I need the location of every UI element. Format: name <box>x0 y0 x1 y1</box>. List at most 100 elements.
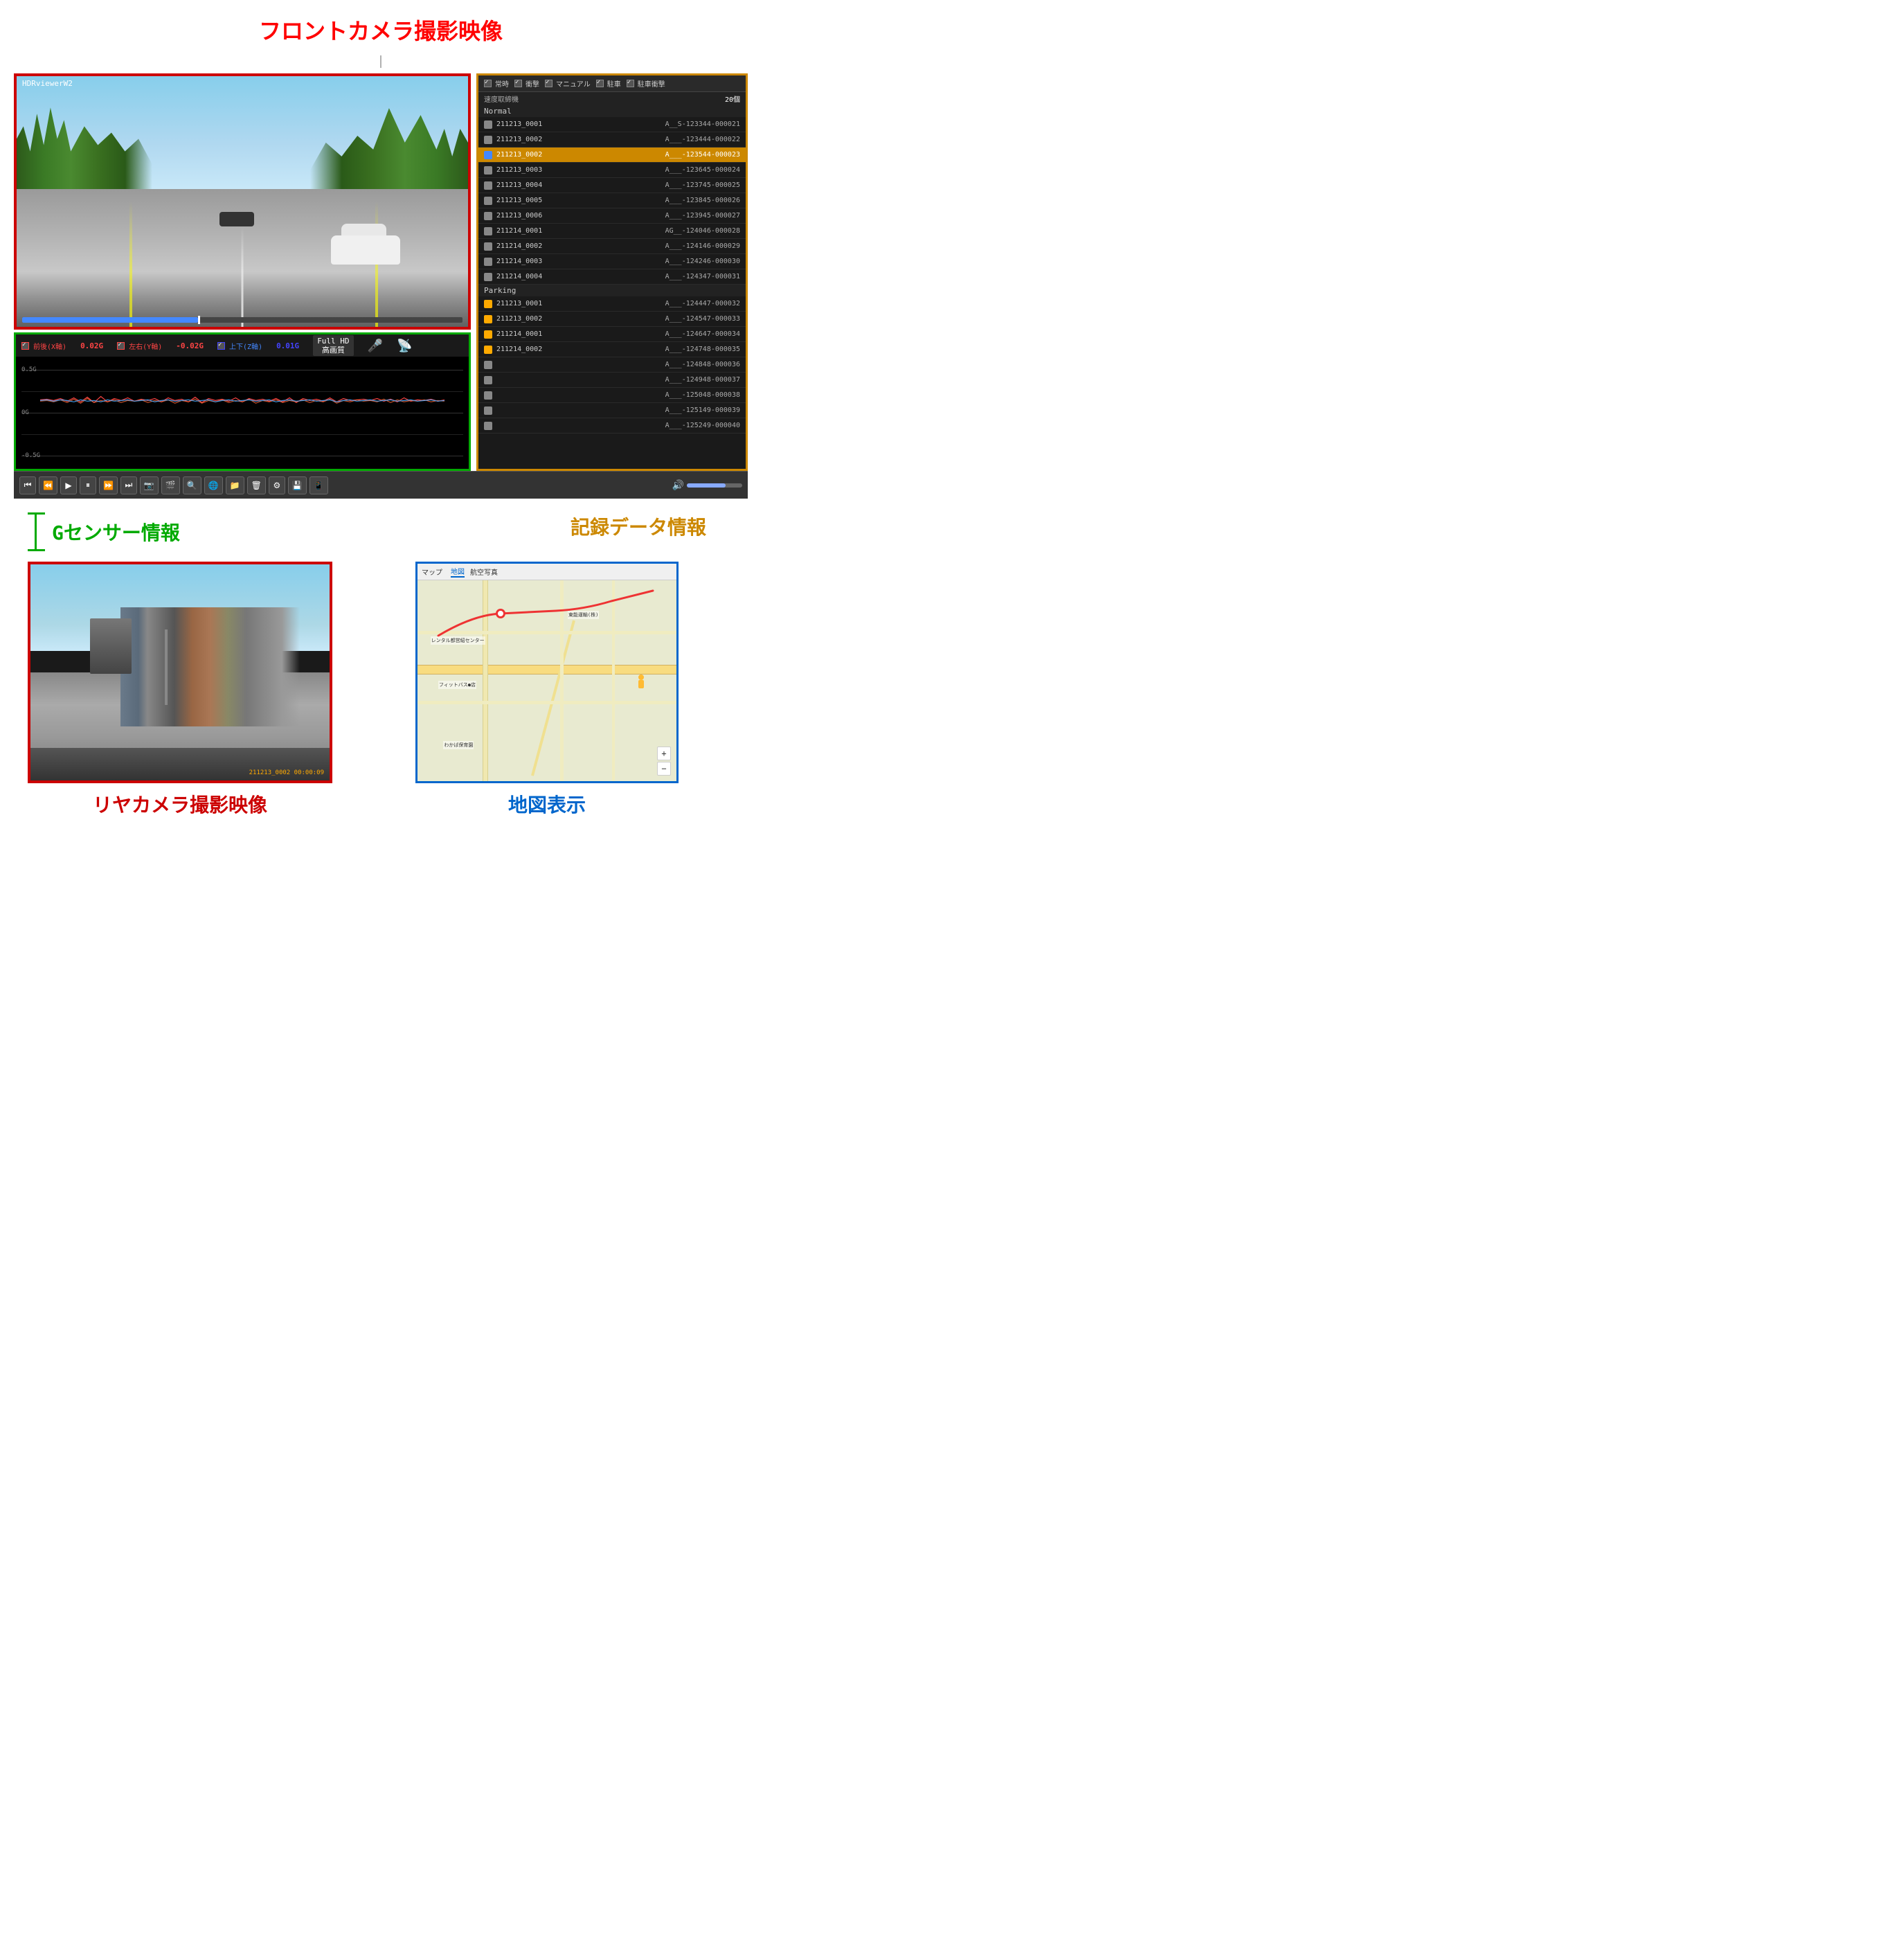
data-row[interactable]: 211214_0001AG__-124046-000028 <box>478 224 746 239</box>
data-row[interactable]: A___-125149-000039 <box>478 403 746 418</box>
map-zoom-in[interactable]: + <box>657 747 671 760</box>
data-row-id: A__S-123344-000021 <box>665 120 740 128</box>
data-panel-label: 記録データ情報 <box>180 512 734 551</box>
data-row[interactable]: 211213_0005A___-123845-000026 <box>478 193 746 208</box>
volume-slider[interactable] <box>687 483 742 488</box>
btn-screenshot[interactable]: 📷 <box>140 476 159 494</box>
btn-pause[interactable]: ⏸ <box>80 476 96 494</box>
grid-label-top: 0.5G <box>21 366 37 373</box>
quality-badge: Full HD 高画質 <box>313 335 353 356</box>
right-panel: 常時 衝撃 マニュアル 駐車 駐車衝撃 <box>476 73 748 471</box>
data-row[interactable]: 211213_0002A___-124547-000033 <box>478 312 746 327</box>
data-row[interactable]: 211213_0001A___-124447-000032 <box>478 296 746 312</box>
data-row-name: 211213_0004 <box>496 181 665 189</box>
btn-folder[interactable]: 📁 <box>226 476 244 494</box>
btn-prev[interactable]: ⏪ <box>39 476 57 494</box>
data-row-icon <box>484 361 492 369</box>
filter-park-shock[interactable]: 駐車衝撃 <box>627 78 665 89</box>
map-zoom-out[interactable]: − <box>657 762 671 776</box>
btn-delete[interactable]: 🗑 <box>247 476 266 494</box>
data-row-id: A___-123845-000026 <box>665 197 740 204</box>
btn-last[interactable]: ⏭ <box>120 476 137 494</box>
map-tab-aerial[interactable]: 航空写真 <box>470 566 498 577</box>
gsensor-x-checkbox[interactable]: 前後(X軸) <box>21 341 66 351</box>
data-row[interactable]: A___-125048-000038 <box>478 388 746 403</box>
data-row-icon <box>484 422 492 430</box>
map-label-text: マップ <box>422 566 442 577</box>
filter-manual[interactable]: マニュアル <box>545 78 591 89</box>
data-row[interactable]: A___-125249-000040 <box>478 418 746 434</box>
data-row[interactable]: 211213_0003A___-123645-000024 <box>478 163 746 178</box>
data-row[interactable]: 211214_0003A___-124246-000030 <box>478 254 746 269</box>
data-row-icon <box>484 300 492 308</box>
gsensor-y-checkbox[interactable]: 左右(Y軸) <box>117 341 162 351</box>
map-header: マップ 地図 航空写真 <box>417 564 676 580</box>
data-row-id: A___-123745-000025 <box>665 181 740 189</box>
data-row-icon <box>484 166 492 175</box>
btn-settings[interactable]: ⚙ <box>269 476 285 494</box>
gsensor-z-label: 上下(Z軸) <box>229 341 262 351</box>
data-row-name: 211213_0006 <box>496 212 665 220</box>
data-row-icon <box>484 181 492 190</box>
data-row-id: A___-123444-000022 <box>665 136 740 143</box>
data-row[interactable]: 211213_0002A___-123544-000023 <box>478 148 746 163</box>
data-row-name: 211213_0002 <box>496 315 665 323</box>
gsensor-label: Gセンサー情報 <box>52 518 180 546</box>
filter-parking[interactable]: 駐車 <box>596 78 621 89</box>
filter-shock[interactable]: 衝撃 <box>514 78 539 89</box>
gsensor-y-value: -0.02G <box>176 341 204 350</box>
btn-ff[interactable]: ⏩ <box>99 476 118 494</box>
data-row-id: A___-124146-000029 <box>665 242 740 250</box>
title-arrow: ｜ <box>14 53 748 71</box>
data-row-name: 211213_0001 <box>496 300 665 307</box>
toolbar: ⏮ ⏪ ▶ ⏸ ⏩ ⏭ 📷 🎬 🔍 🌐 📁 🗑 ⚙ 💾 📱 🔊 <box>14 471 748 499</box>
grid-label-bot: -0.5G <box>21 452 40 459</box>
data-row[interactable]: 211214_0002A___-124146-000029 <box>478 239 746 254</box>
gsensor-x-value: 0.02G <box>80 341 103 350</box>
map-caption: 地図表示 <box>508 790 586 818</box>
data-row-icon <box>484 273 492 281</box>
btn-globe[interactable]: 🌐 <box>204 476 223 494</box>
btn-record[interactable]: 🎬 <box>161 476 180 494</box>
filter-normal[interactable]: 常時 <box>484 78 509 89</box>
main-title: フロントカメラ撮影映像 <box>14 14 748 46</box>
data-row[interactable]: A___-124848-000036 <box>478 357 746 373</box>
data-row[interactable]: 211213_0002A___-123444-000022 <box>478 132 746 148</box>
data-row-name: 211213_0002 <box>496 151 665 159</box>
data-row-icon <box>484 330 492 339</box>
btn-play[interactable]: ▶ <box>60 476 77 494</box>
data-list: Normal211213_0001A__S-123344-00002121121… <box>478 105 746 469</box>
mic-icon[interactable]: 🎤 <box>368 339 383 353</box>
data-row-name: 211213_0005 <box>496 197 665 204</box>
data-row-icon <box>484 315 492 323</box>
data-row[interactable]: 211214_0004A___-124347-000031 <box>478 269 746 285</box>
data-row-icon <box>484 227 492 235</box>
data-row[interactable]: 211213_0004A___-123745-000025 <box>478 178 746 193</box>
gsensor-z-value: 0.01G <box>276 341 299 350</box>
btn-mobile[interactable]: 📱 <box>309 476 328 494</box>
data-row-icon <box>484 136 492 144</box>
data-row-id: A___-125048-000038 <box>665 391 740 399</box>
gsensor-z-checkbox[interactable]: 上下(Z軸) <box>217 341 262 351</box>
data-row[interactable]: 211213_0006A___-123945-000027 <box>478 208 746 224</box>
data-row[interactable]: 211213_0001A__S-123344-000021 <box>478 117 746 132</box>
map-box[interactable]: マップ 地図 航空写真 <box>415 562 679 783</box>
btn-save[interactable]: 💾 <box>288 476 307 494</box>
data-row-id: A___-125149-000039 <box>665 406 740 414</box>
rear-camera-label: リヤカメラ撮影映像 <box>93 790 267 818</box>
gsensor-box: 前後(X軸) 0.02G 左右(Y軸) -0.02G 上下(Z軸) 0.01 <box>14 332 471 471</box>
btn-zoom[interactable]: 🔍 <box>183 476 201 494</box>
data-row-icon <box>484 151 492 159</box>
grid-label-mid: 0G <box>21 409 29 416</box>
data-row[interactable]: 211214_0001A___-124647-000034 <box>478 327 746 342</box>
data-row[interactable]: 211214_0002A___-124748-000035 <box>478 342 746 357</box>
gsensor-y-label: 左右(Y軸) <box>129 341 162 351</box>
map-tab-photo[interactable]: 地図 <box>451 566 465 578</box>
data-row[interactable]: A___-124948-000037 <box>478 373 746 388</box>
progress-bar[interactable] <box>22 317 462 323</box>
rear-camera-box: 211213_0002 00:00:09 <box>28 562 332 783</box>
data-row-icon <box>484 258 492 266</box>
map-place-4: わかば保育園 <box>443 741 474 749</box>
data-row-id: A___-124547-000033 <box>665 315 740 323</box>
btn-first[interactable]: ⏮ <box>19 476 36 494</box>
